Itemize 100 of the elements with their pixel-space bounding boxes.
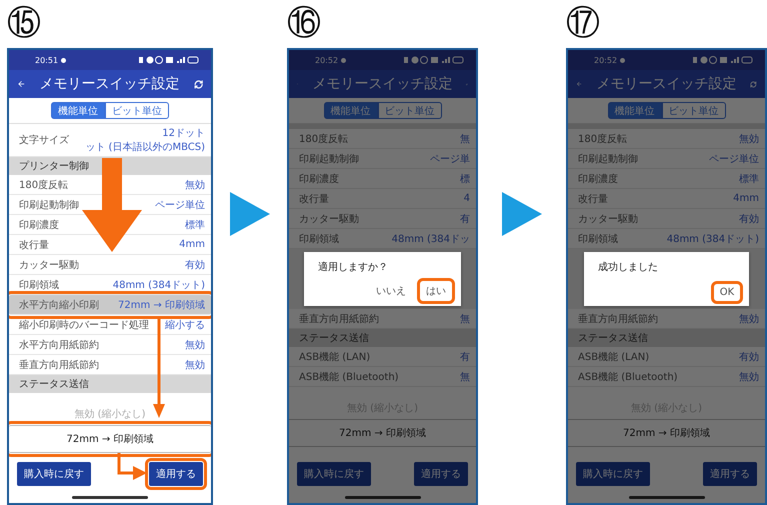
setting-value: 標準	[185, 218, 205, 232]
setting-label: 垂直方向用紙節約	[578, 312, 658, 326]
setting-label: 印刷濃度	[299, 172, 339, 186]
setting-label: 180度反転	[299, 132, 348, 146]
setting-label: 印刷起動制御	[299, 152, 359, 166]
segment-tab[interactable]: 機能単位	[51, 102, 105, 119]
setting-value: 4	[464, 193, 470, 204]
setting-label: 印刷濃度	[19, 218, 59, 232]
status-icons	[693, 56, 753, 64]
status-icons	[404, 56, 464, 64]
setting-row[interactable]: 印刷起動制御 ページ単位	[568, 149, 765, 169]
setting-value: 12ドット	[162, 127, 205, 140]
section-header: プリンター制御	[9, 157, 211, 175]
action-button[interactable]: 購入時に戻す	[576, 462, 650, 486]
setting-row[interactable]: 180度反転 無効	[568, 129, 765, 149]
screen-title: メモリースイッチ設定	[596, 75, 736, 93]
setting-value: 有	[460, 350, 470, 364]
setting-label: 180度反転	[578, 132, 628, 146]
segment-tab[interactable]: 機能単位	[608, 102, 662, 119]
setting-row[interactable]: 改行量 4mm	[568, 189, 765, 209]
setting-value: 無効	[185, 338, 205, 352]
setting-value: 無	[460, 132, 470, 146]
setting-label: 垂直方向用紙節約	[299, 312, 379, 326]
step-number: ⑮	[7, 2, 42, 45]
setting-row[interactable]: カッター駆動 有	[289, 209, 476, 229]
setting-label: 縮小印刷時のバーコード処理	[19, 318, 149, 332]
setting-value: 無効	[739, 312, 759, 326]
setting-value: 無効	[739, 370, 759, 384]
dialog-message: 適用しますか？	[318, 260, 389, 274]
setting-row[interactable]: 180度反転 無	[289, 129, 476, 149]
screen-title: メモリースイッチ設定	[312, 75, 452, 93]
picker-option[interactable]: 72mm → 印刷領域	[289, 419, 476, 447]
status-icons	[139, 56, 199, 64]
setting-label: 改行量	[19, 238, 49, 252]
screen-title: メモリースイッチ設定	[40, 75, 180, 93]
setting-label: 印刷起動制御	[578, 152, 638, 166]
setting-label: ASB機能 (Bluetooth)	[578, 370, 678, 384]
setting-row[interactable]: 印刷領域 48mm (384ドッ	[289, 229, 476, 249]
setting-row[interactable]: 印刷濃度 標	[289, 169, 476, 189]
setting-value: 標	[460, 172, 470, 186]
setting-value: 有	[460, 212, 470, 226]
dialog-button[interactable]: OK	[714, 285, 740, 300]
setting-label: 水平方向用紙節約	[19, 338, 99, 352]
notification-dot-icon	[341, 58, 346, 62]
action-button[interactable]: 購入時に戻す	[17, 462, 91, 486]
setting-label: 印刷領域	[19, 278, 59, 292]
section-header: ステータス送信	[289, 329, 476, 347]
setting-label: 180度反転	[19, 178, 68, 192]
section-header: ステータス送信	[568, 329, 765, 347]
setting-value: 有効	[739, 212, 759, 226]
setting-value: 有効	[739, 350, 759, 364]
setting-value: ページ単位	[709, 152, 759, 166]
dialog-button[interactable]: はい	[421, 282, 452, 300]
setting-row[interactable]: ASB機能 (Bluetooth) 無効	[568, 367, 765, 387]
setting-value: ページ単位	[155, 198, 205, 212]
setting-label: 文字サイズ	[19, 134, 69, 147]
segment-tab[interactable]: ビット単位	[378, 102, 442, 119]
setting-row[interactable]: 垂直方向用紙節約 無効	[568, 309, 765, 329]
setting-value: ット (日本語以外のMBCS)	[85, 140, 205, 154]
action-button[interactable]: 適用する	[703, 462, 757, 486]
setting-value: 無	[460, 370, 470, 384]
action-button[interactable]: 購入時に戻す	[297, 462, 371, 486]
setting-row[interactable]: 印刷領域 48mm (384ドット)	[568, 229, 765, 249]
status-time: 20:52	[315, 56, 338, 64]
setting-value: 無効	[739, 132, 759, 146]
setting-row[interactable]: カッター駆動 有効	[568, 209, 765, 229]
segment-tab[interactable]: ビット単位	[105, 102, 169, 119]
action-button[interactable]: 適用する	[414, 462, 468, 486]
setting-value: 4mm	[179, 239, 205, 250]
segment-tab[interactable]: 機能単位	[324, 102, 378, 119]
setting-label: 印刷起動制御	[19, 198, 79, 212]
setting-label: 垂直方向用紙節約	[19, 358, 99, 372]
section-header: ステータス送信	[9, 375, 211, 393]
setting-value: 48mm (384ドット)	[666, 232, 759, 246]
setting-value: 無	[460, 312, 470, 326]
segment-tab[interactable]: ビット単位	[662, 102, 726, 119]
status-time: 20:52	[594, 56, 618, 64]
setting-label: ASB機能 (Bluetooth)	[299, 370, 399, 384]
setting-value: 縮小する	[165, 318, 205, 332]
step-number: ⑯	[287, 2, 322, 45]
dialog-message: 成功しました	[598, 260, 659, 274]
setting-row[interactable]: 改行量 4	[289, 189, 476, 209]
picker-option[interactable]: 72mm → 印刷領域	[568, 419, 765, 447]
setting-label: 印刷領域	[578, 232, 618, 246]
setting-label: ASB機能 (LAN)	[299, 350, 370, 364]
setting-row[interactable]: ASB機能 (LAN) 有効	[568, 347, 765, 367]
setting-label: 改行量	[578, 192, 608, 206]
notification-dot-icon	[620, 58, 626, 62]
setting-value: 4mm	[733, 193, 759, 204]
setting-value: ページ単	[430, 152, 470, 166]
status-time: 20:51	[35, 56, 58, 64]
connector-arrow	[117, 453, 147, 480]
setting-row[interactable]: 垂直方向用紙節約 無	[289, 309, 476, 329]
setting-row[interactable]: 印刷起動制御 ページ単	[289, 149, 476, 169]
setting-row[interactable]: ASB機能 (Bluetooth) 無	[289, 367, 476, 387]
setting-row[interactable]: 印刷濃度 標準	[568, 169, 765, 189]
action-button[interactable]: 適用する	[149, 462, 203, 486]
setting-label: カッター駆動	[299, 212, 359, 226]
setting-row[interactable]: ASB機能 (LAN) 有	[289, 347, 476, 367]
notification-dot-icon	[61, 58, 66, 62]
